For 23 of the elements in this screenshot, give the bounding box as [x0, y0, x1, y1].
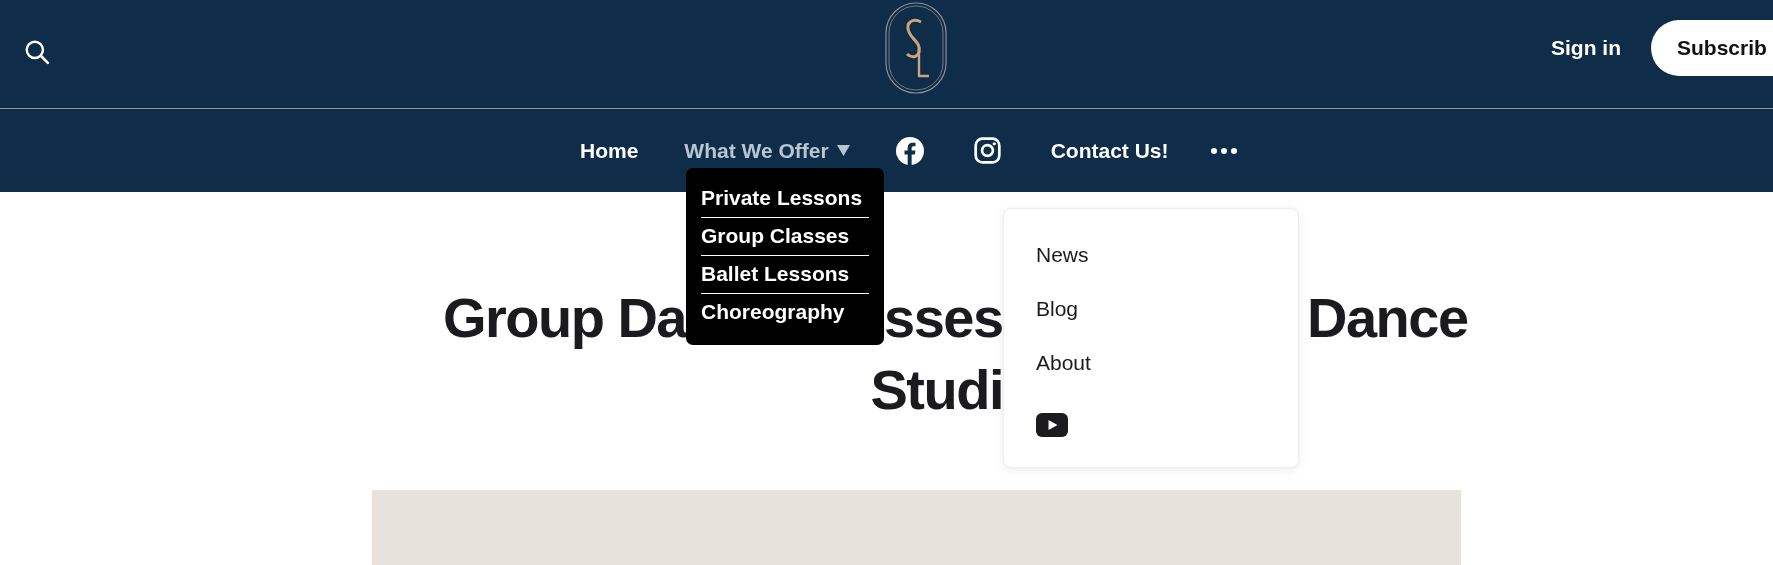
dropdown-item[interactable]: Choreography [701, 294, 869, 331]
search-icon[interactable] [24, 39, 50, 65]
page-title: Group Da [441, 285, 686, 351]
youtube-icon[interactable] [1036, 413, 1068, 437]
menu-item[interactable]: News [1036, 243, 1089, 267]
more-icon[interactable] [1210, 147, 1237, 154]
caret-icon [836, 145, 850, 156]
page-title: Studi [869, 357, 1003, 423]
instagram-icon[interactable] [973, 137, 1001, 164]
dropdown-item[interactable]: Private Lessons [701, 180, 869, 218]
nav-link[interactable]: Home [580, 138, 639, 163]
sign-in-link[interactable]: Sign in [1551, 36, 1621, 60]
page-title: Dance [1307, 285, 1468, 351]
facebook-icon[interactable] [895, 136, 924, 165]
page-title: sses [884, 285, 1003, 351]
menu-item[interactable]: Blog [1036, 297, 1079, 321]
nav-link[interactable]: Contact Us! [1050, 138, 1169, 163]
dropdown-item[interactable]: Ballet Lessons [701, 256, 869, 294]
subscribe-button[interactable]: Subscrib [1651, 20, 1773, 76]
dropdown-item[interactable]: Group Classes [701, 218, 869, 256]
nav-dropdown[interactable]: What We Offer [684, 138, 850, 163]
menu-item[interactable]: About [1036, 351, 1091, 375]
logo[interactable] [885, 2, 947, 94]
